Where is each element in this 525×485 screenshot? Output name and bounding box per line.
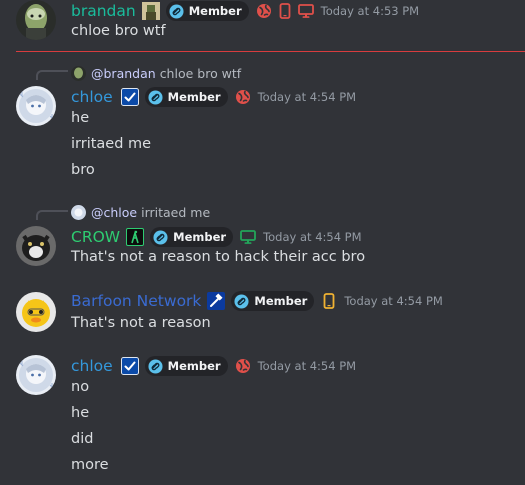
- badge-label: Member: [167, 359, 221, 373]
- message-content: That's not a reason to hack their acc br…: [71, 249, 366, 265]
- reply-text[interactable]: irritaed me: [141, 205, 210, 220]
- timestamp[interactable]: Today at 4:54 PM: [344, 294, 442, 308]
- message-content: That's not a reason: [71, 315, 211, 331]
- timestamp[interactable]: Today at 4:54 PM: [258, 90, 356, 104]
- member-badge[interactable]: Member: [231, 291, 315, 311]
- new-messages-divider: [16, 51, 525, 52]
- chat-message-list: brandan Member Today at 4:53 PM chloe br…: [0, 0, 525, 485]
- role-icon-character[interactable]: [141, 2, 160, 20]
- reply-avatar: [71, 204, 86, 220]
- link-icon: [148, 359, 163, 374]
- link-icon: [234, 294, 249, 309]
- badge-label: Member: [254, 294, 308, 308]
- message-content: he: [71, 110, 90, 126]
- reply-preview[interactable]: @brandan chloe bro wtf: [71, 65, 241, 81]
- verified-check-icon[interactable]: [121, 88, 139, 106]
- verified-check-icon[interactable]: [121, 357, 139, 375]
- timestamp[interactable]: Today at 4:53 PM: [321, 4, 419, 18]
- member-badge[interactable]: Member: [150, 227, 234, 247]
- globe-icon: [256, 3, 272, 19]
- badge-label: Member: [167, 90, 221, 104]
- timestamp[interactable]: Today at 4:54 PM: [258, 359, 356, 373]
- globe-icon: [235, 358, 251, 374]
- avatar-chloe[interactable]: [16, 86, 56, 126]
- message-content: did: [71, 431, 94, 447]
- role-icon-hammer[interactable]: [207, 292, 226, 310]
- member-badge[interactable]: Member: [165, 1, 249, 21]
- reply-spine: [36, 210, 68, 220]
- message-content: no: [71, 379, 90, 395]
- reply-avatar: [71, 65, 86, 81]
- username-chloe[interactable]: chloe: [71, 86, 113, 108]
- message-content: chloe bro wtf: [71, 23, 166, 39]
- link-icon: [148, 90, 163, 105]
- username-chloe[interactable]: chloe: [71, 355, 113, 377]
- member-badge[interactable]: Member: [144, 356, 228, 376]
- reply-spine: [36, 70, 68, 80]
- message-content: irritaed me: [71, 136, 152, 152]
- username-brandan[interactable]: brandan: [71, 0, 136, 22]
- message-content: he: [71, 405, 90, 421]
- avatar-crow[interactable]: [16, 226, 56, 266]
- reply-preview[interactable]: @chloe irritaed me: [71, 204, 210, 220]
- username-crow[interactable]: CROW: [71, 226, 120, 248]
- avatar-barfoon[interactable]: [16, 292, 56, 332]
- role-icon-figure[interactable]: [126, 228, 145, 246]
- message-content: more: [71, 457, 109, 473]
- avatar-brandan[interactable]: [16, 0, 56, 40]
- member-badge[interactable]: Member: [144, 87, 228, 107]
- desktop-icon: [240, 229, 256, 245]
- avatar-chloe[interactable]: [16, 355, 56, 395]
- reply-mention[interactable]: @chloe: [91, 205, 137, 220]
- link-icon: [153, 230, 168, 245]
- badge-label: Member: [188, 4, 242, 18]
- reply-mention[interactable]: @brandan: [91, 66, 156, 81]
- reply-text[interactable]: chloe bro wtf: [160, 66, 242, 81]
- timestamp[interactable]: Today at 4:54 PM: [263, 230, 361, 244]
- badge-label: Member: [173, 230, 227, 244]
- desktop-icon: [298, 3, 314, 19]
- username-barfoon[interactable]: Barfoon Network: [71, 290, 201, 312]
- mobile-icon: [321, 293, 337, 309]
- globe-icon: [235, 89, 251, 105]
- message-content: bro: [71, 162, 95, 178]
- link-icon: [169, 4, 184, 19]
- mobile-icon: [277, 3, 293, 19]
